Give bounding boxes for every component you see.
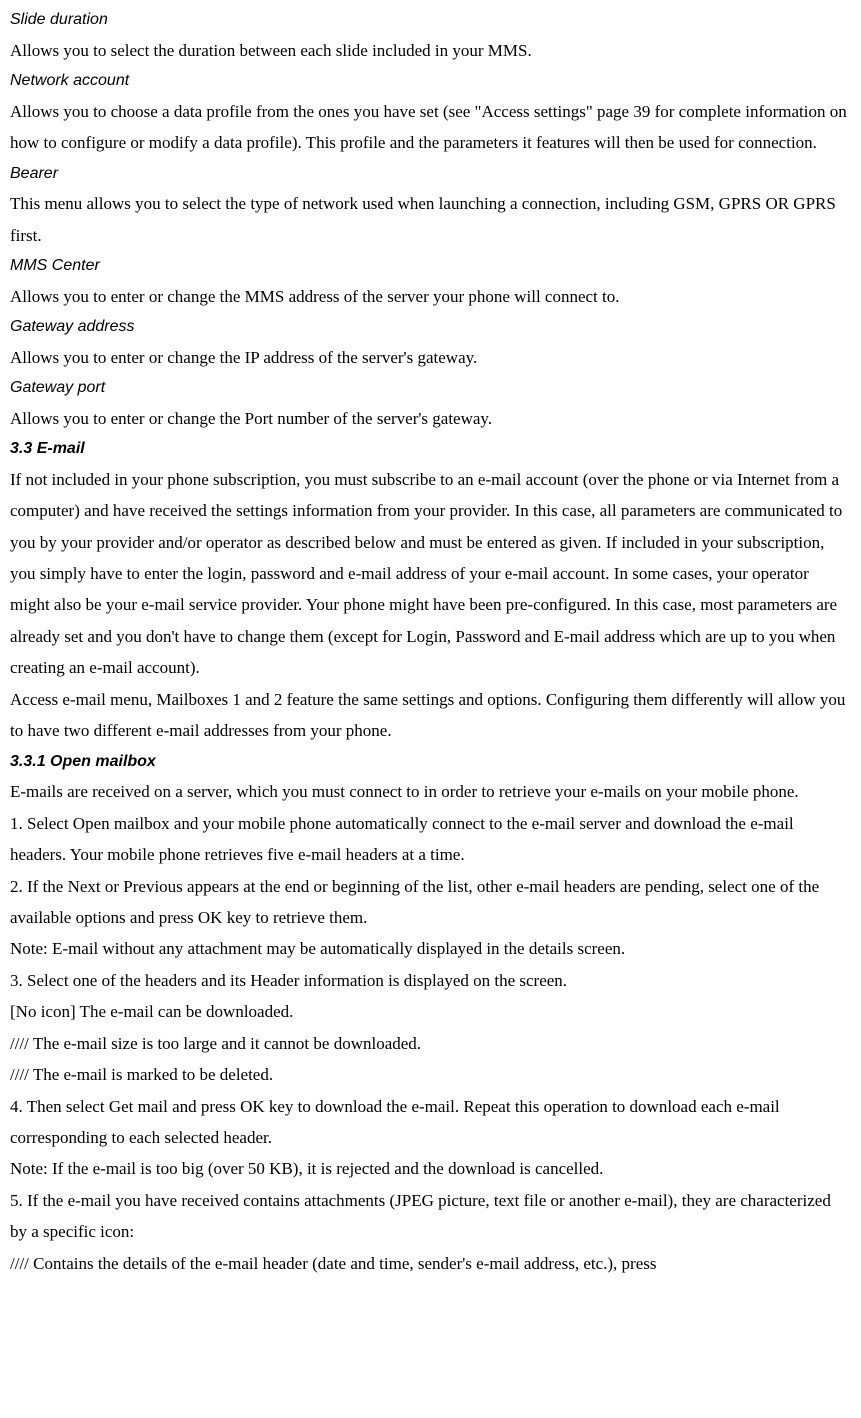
- heading-mms-center: MMS Center: [10, 251, 851, 281]
- heading-network-account: Network account: [10, 66, 851, 96]
- heading-bearer: Bearer: [10, 159, 851, 189]
- heading-email: 3.3 E-mail: [10, 434, 851, 464]
- body-mms-center: Allows you to enter or change the MMS ad…: [10, 281, 851, 312]
- step-5: 5. If the e-mail you have received conta…: [10, 1185, 851, 1248]
- step-2: 2. If the Next or Previous appears at th…: [10, 871, 851, 934]
- heading-slide-duration: Slide duration: [10, 5, 851, 35]
- no-icon-line: [No icon] The e-mail can be downloaded.: [10, 996, 851, 1027]
- step-4: 4. Then select Get mail and press OK key…: [10, 1091, 851, 1154]
- body-bearer: This menu allows you to select the type …: [10, 188, 851, 251]
- step-1: 1. Select Open mailbox and your mobile p…: [10, 808, 851, 871]
- heading-open-mailbox: 3.3.1 Open mailbox: [10, 747, 851, 777]
- body-open-mailbox-1: E-mails are received on a server, which …: [10, 776, 851, 807]
- body-slide-duration: Allows you to select the duration betwee…: [10, 35, 851, 66]
- icon-line-1: //// The e-mail size is too large and it…: [10, 1028, 851, 1059]
- body-email-2: Access e-mail menu, Mailboxes 1 and 2 fe…: [10, 684, 851, 747]
- note-2: Note: If the e-mail is too big (over 50 …: [10, 1153, 851, 1184]
- heading-gateway-address: Gateway address: [10, 312, 851, 342]
- note-1: Note: E-mail without any attachment may …: [10, 933, 851, 964]
- step-3: 3. Select one of the headers and its Hea…: [10, 965, 851, 996]
- heading-gateway-port: Gateway port: [10, 373, 851, 403]
- body-gateway-address: Allows you to enter or change the IP add…: [10, 342, 851, 373]
- icon-line-3: //// Contains the details of the e-mail …: [10, 1248, 851, 1279]
- body-gateway-port: Allows you to enter or change the Port n…: [10, 403, 851, 434]
- body-network-account: Allows you to choose a data profile from…: [10, 96, 851, 159]
- icon-line-2: //// The e-mail is marked to be deleted.: [10, 1059, 851, 1090]
- body-email-1: If not included in your phone subscripti…: [10, 464, 851, 684]
